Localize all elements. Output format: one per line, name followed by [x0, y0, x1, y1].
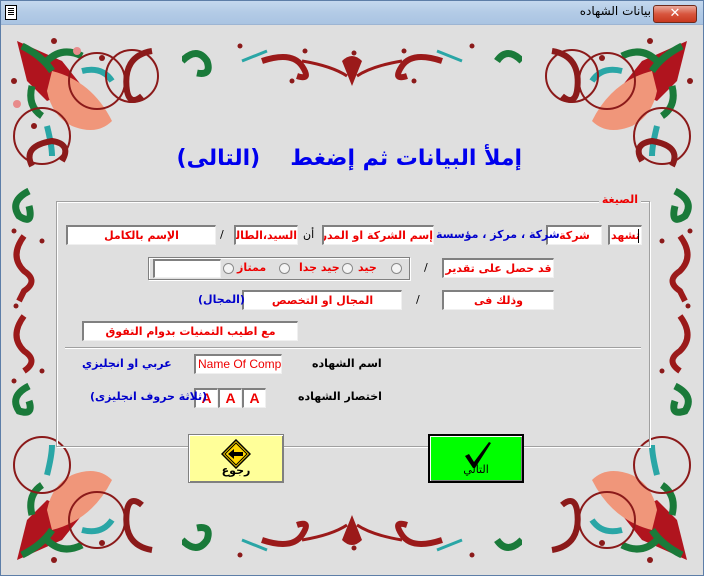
cert-abbr-label: اختصار الشهاده	[298, 390, 382, 403]
grade-radio-very-good[interactable]	[342, 263, 353, 274]
certifies-field[interactable]: تشهد	[608, 225, 642, 245]
cert-abbr-hint: (ثلاثة حروف انجليزى)	[90, 390, 208, 403]
grade-field[interactable]: قد حصل على تقدير	[442, 258, 554, 278]
grade-label-very-good: جيد جدا	[299, 261, 340, 274]
grade-label-good: جيد	[358, 261, 377, 274]
ornament-corner-top-left-icon	[11, 38, 159, 168]
grade-label-excellent: ممتاز	[237, 261, 267, 274]
cert-abbr-letter-3[interactable]: A	[242, 388, 266, 408]
fullname-field[interactable]: الإسم بالكامل	[66, 225, 216, 245]
app-icon	[5, 5, 17, 20]
cert-name-field[interactable]: Name Of Comp	[194, 354, 282, 374]
that-label: أن	[303, 228, 315, 241]
ornament-band-left-icon	[11, 187, 45, 416]
back-button[interactable]: رجوع	[188, 434, 284, 483]
ornament-band-right-icon	[659, 187, 693, 416]
grade-radio-good[interactable]	[391, 263, 402, 274]
section-divider	[65, 347, 641, 349]
close-button[interactable]: ✕	[653, 5, 697, 23]
back-button-label: رجوع	[221, 464, 251, 477]
title-bar: بيانات الشهاده ✕	[1, 1, 703, 25]
headline-main: إملأ البيانات ثم إضغط	[290, 146, 522, 171]
specialty-field[interactable]: المجال او التخصص	[242, 290, 402, 310]
next-button[interactable]: التالي	[428, 434, 524, 483]
cert-abbr-letter-2[interactable]: A	[218, 388, 242, 408]
slash-separator: /	[220, 228, 224, 241]
certificate-data-window: بيانات الشهاده ✕ إملأ البيانات ثم إضغط(ا…	[0, 0, 704, 576]
title-field[interactable]: السيد،الطالب	[234, 225, 298, 245]
grade-radio-other[interactable]	[223, 263, 234, 274]
grade-radio-excellent[interactable]	[279, 263, 290, 274]
other-grade-field[interactable]	[153, 259, 221, 278]
ornament-corner-top-right-icon	[545, 38, 693, 168]
headline-next: (التالى)	[176, 146, 261, 171]
client-area: إملأ البيانات ثم إضغط (التالى) الصيغة تشه…	[2, 26, 702, 575]
ornament-band-top-icon	[182, 43, 522, 86]
entity-type-hint: شركة ، مركز ، مؤسسة	[436, 228, 560, 241]
slash-separator: /	[416, 293, 420, 306]
instruction-headline: إملأ البيانات ثم إضغط (التالى)	[177, 146, 522, 180]
cert-name-label: اسم الشهاده	[312, 357, 382, 370]
wishes-field[interactable]: مع اطيب التمنيات بدوام التفوق	[82, 321, 298, 341]
entity-name-field[interactable]: إسم الشركة او المدرسة	[322, 225, 434, 245]
next-button-label: التالي	[463, 463, 489, 476]
specialty-hint: (المجال)	[198, 293, 245, 306]
cert-name-hint: عربي او انجليزي	[82, 357, 172, 370]
ornament-band-bottom-icon	[182, 515, 522, 558]
window-title: بيانات الشهاده	[579, 4, 651, 18]
field-in-field[interactable]: وذلك فى	[442, 290, 554, 310]
slash-separator: /	[424, 261, 428, 274]
grade-radio-group: جيد جيد جدا ممتاز غير ذلك	[148, 257, 410, 280]
groupbox-legend: الصيغة	[598, 193, 641, 206]
